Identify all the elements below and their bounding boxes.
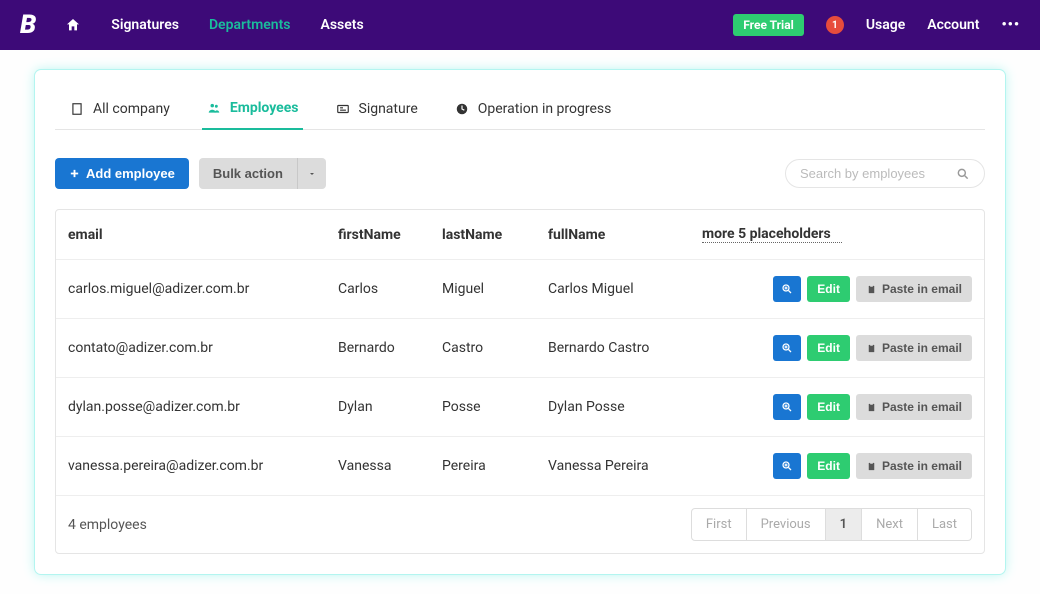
pager-first[interactable]: First (691, 508, 747, 541)
panel-tabs: All company Employees Signature Operatio… (55, 90, 985, 130)
button-label: Paste in email (882, 459, 962, 473)
cell-fullname: Carlos Miguel (536, 265, 690, 313)
tab-operation[interactable]: Operation in progress (450, 90, 616, 129)
cell-firstname: Dylan (326, 383, 430, 431)
app-logo: B (20, 10, 35, 40)
cell-firstname: Vanessa (326, 442, 430, 490)
employees-panel: All company Employees Signature Operatio… (35, 70, 1005, 574)
col-lastname: lastName (430, 211, 536, 259)
magnify-plus-icon (781, 283, 793, 295)
edit-button[interactable]: Edit (807, 276, 850, 302)
nav-account[interactable]: Account (927, 17, 979, 33)
row-count: 4 employees (68, 517, 692, 533)
nav-departments[interactable]: Departments (209, 17, 291, 33)
table-footer: 4 employees First Previous 1 Next Last (56, 496, 984, 553)
paste-icon (866, 343, 877, 354)
table-header: email firstName lastName fullName more 5… (56, 210, 984, 260)
notification-badge[interactable]: 1 (826, 16, 844, 34)
table-row: vanessa.pereira@adizer.com.br Vanessa Pe… (56, 437, 984, 496)
tab-signature[interactable]: Signature (331, 90, 422, 129)
more-menu-icon[interactable]: ••• (1001, 17, 1020, 33)
button-label: Add employee (86, 166, 175, 181)
nav-assets[interactable]: Assets (320, 17, 363, 33)
pagination: First Previous 1 Next Last (692, 508, 972, 541)
users-icon (206, 100, 222, 116)
main-nav: Signatures Departments Assets (111, 17, 733, 33)
zoom-button[interactable] (773, 335, 801, 361)
tab-label: Operation in progress (478, 101, 612, 117)
search-box[interactable] (785, 159, 985, 188)
header-right: Free Trial 1 Usage Account ••• (733, 14, 1020, 36)
cell-lastname: Pereira (430, 442, 536, 490)
nav-usage[interactable]: Usage (866, 17, 905, 33)
paste-button[interactable]: Paste in email (856, 453, 972, 479)
edit-button[interactable]: Edit (807, 394, 850, 420)
col-firstname: firstName (326, 211, 430, 259)
bulk-action-dropdown[interactable] (297, 158, 326, 189)
zoom-button[interactable] (773, 394, 801, 420)
zoom-button[interactable] (773, 276, 801, 302)
nav-signatures[interactable]: Signatures (111, 17, 179, 33)
cell-fullname: Bernardo Castro (536, 324, 690, 372)
cell-email: carlos.miguel@adizer.com.br (56, 265, 326, 313)
free-trial-badge[interactable]: Free Trial (733, 14, 804, 36)
paste-button[interactable]: Paste in email (856, 394, 972, 420)
col-email: email (56, 211, 326, 259)
paste-button[interactable]: Paste in email (856, 335, 972, 361)
toolbar: Add employee Bulk action (55, 158, 985, 189)
clock-icon (454, 101, 470, 117)
magnify-plus-icon (781, 401, 793, 413)
pager-previous[interactable]: Previous (746, 508, 826, 541)
top-navbar: B Signatures Departments Assets Free Tri… (0, 0, 1040, 50)
employees-table: email firstName lastName fullName more 5… (55, 209, 985, 554)
pager-last[interactable]: Last (917, 508, 972, 541)
bulk-action-group: Bulk action (199, 158, 326, 189)
cell-fullname: Dylan Posse (536, 383, 690, 431)
paste-icon (866, 284, 877, 295)
edit-button[interactable]: Edit (807, 335, 850, 361)
caret-down-icon (308, 170, 316, 178)
building-icon (69, 101, 85, 117)
cell-firstname: Bernardo (326, 324, 430, 372)
search-icon (956, 167, 970, 181)
zoom-button[interactable] (773, 453, 801, 479)
cell-lastname: Posse (430, 383, 536, 431)
tab-label: All company (93, 101, 170, 117)
tab-all-company[interactable]: All company (65, 90, 174, 129)
table-row: contato@adizer.com.br Bernardo Castro Be… (56, 319, 984, 378)
tab-employees[interactable]: Employees (202, 90, 303, 130)
cell-email: contato@adizer.com.br (56, 324, 326, 372)
tab-label: Signature (359, 101, 418, 117)
cell-firstname: Carlos (326, 265, 430, 313)
button-label: Paste in email (882, 400, 962, 414)
add-employee-button[interactable]: Add employee (55, 158, 189, 189)
search-input[interactable] (800, 166, 956, 181)
magnify-plus-icon (781, 342, 793, 354)
bulk-action-button[interactable]: Bulk action (199, 158, 297, 189)
tab-label: Employees (230, 100, 299, 116)
col-fullname: fullName (536, 211, 690, 259)
table-row: dylan.posse@adizer.com.br Dylan Posse Dy… (56, 378, 984, 437)
plus-icon (69, 168, 80, 179)
cell-email: dylan.posse@adizer.com.br (56, 383, 326, 431)
paste-icon (866, 461, 877, 472)
cell-fullname: Vanessa Pereira (536, 442, 690, 490)
paste-button[interactable]: Paste in email (856, 276, 972, 302)
table-row: carlos.miguel@adizer.com.br Carlos Migue… (56, 260, 984, 319)
cell-lastname: Castro (430, 324, 536, 372)
card-icon (335, 101, 351, 117)
cell-email: vanessa.pereira@adizer.com.br (56, 442, 326, 490)
paste-icon (866, 402, 877, 413)
pager-page-1[interactable]: 1 (825, 508, 862, 541)
home-icon[interactable] (65, 17, 81, 33)
col-more-placeholders[interactable]: more 5 placeholders (702, 226, 842, 243)
magnify-plus-icon (781, 460, 793, 472)
button-label: Paste in email (882, 282, 962, 296)
edit-button[interactable]: Edit (807, 453, 850, 479)
cell-lastname: Miguel (430, 265, 536, 313)
pager-next[interactable]: Next (861, 508, 918, 541)
button-label: Paste in email (882, 341, 962, 355)
